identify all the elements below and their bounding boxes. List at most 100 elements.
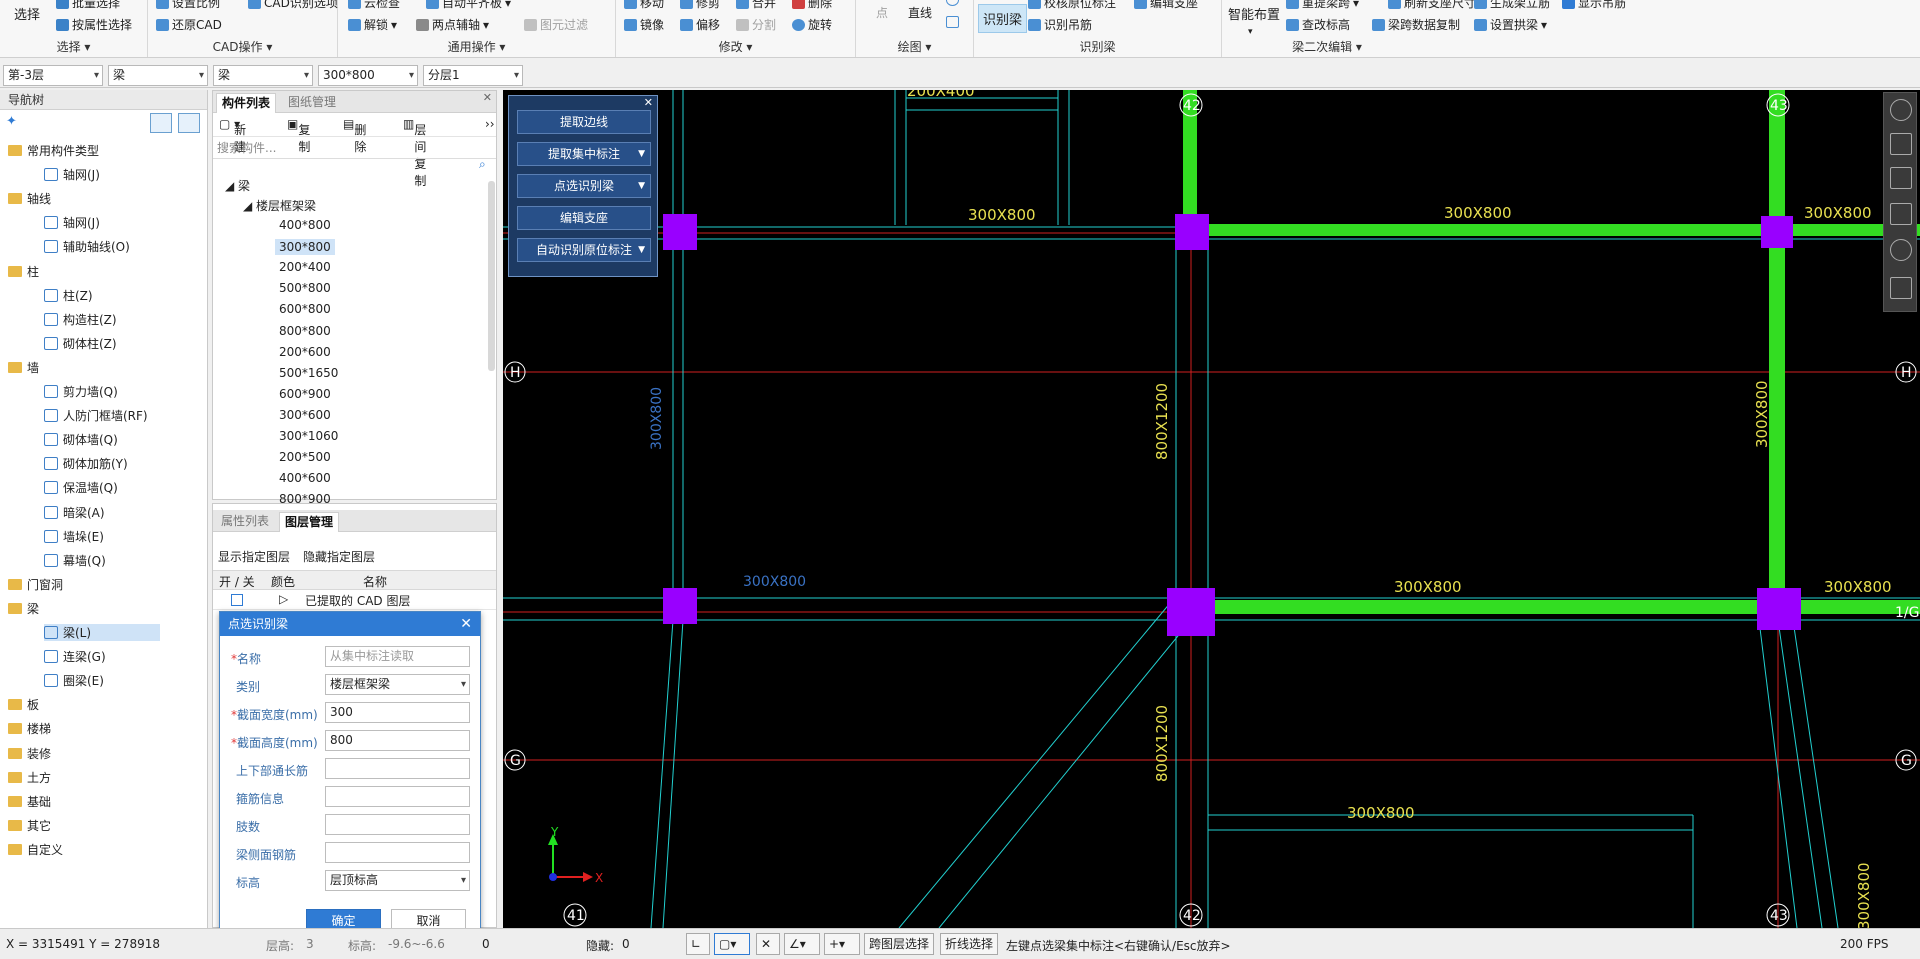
line-button[interactable]: 直线 [908,4,932,21]
generate-erection-bar-button[interactable]: 生成架立筋 [1474,0,1550,11]
two-point-axis-button[interactable]: 两点辅轴 ▾ [416,16,489,33]
nav-tree-item[interactable]: 砌体墙(Q) [44,431,118,448]
refresh-support-size-button[interactable]: 刷新支座尺寸 [1388,0,1476,11]
dropdown-arrow-icon[interactable]: ▼ [638,143,645,165]
close-icon[interactable]: ✕ [644,96,653,109]
field-select[interactable]: 层顶标高 [325,870,470,891]
nav-tree-item[interactable]: 暗梁(A) [44,504,105,521]
set-scale-button[interactable]: 设置比例 [156,0,220,11]
cad-canvas[interactable]: 300X800 300X800 300X800 300X800 300X800 … [503,90,1920,928]
more-icon[interactable]: ›› [485,117,495,131]
list-item[interactable]: 600*800 [279,302,331,316]
list-item[interactable]: 500*1650 [279,366,338,380]
unlock-button[interactable]: 解锁 ▾ [348,16,397,33]
hide-layer-button[interactable]: 隐藏指定图层 [303,548,375,565]
nav-tree-item[interactable]: 连梁(G) [44,648,106,665]
field-input[interactable]: 从集中标注读取 [325,646,470,667]
trim-button[interactable]: 修剪 [680,0,720,11]
nav-tree-folder[interactable]: 门窗洞 [8,576,63,593]
polyline-select-button[interactable]: 折线选择 [940,933,999,955]
layer-toggle-checkbox[interactable] [231,594,243,606]
set-arch-beam-button[interactable]: 设置拱梁 ▾ [1474,16,1547,33]
field-input[interactable] [325,758,470,779]
scrollbar[interactable] [488,181,495,371]
nav-tree-folder[interactable]: 柱 [8,263,39,280]
nav-tree-folder[interactable]: 基础 [8,793,51,810]
nav-tree-folder[interactable]: 土方 [8,769,51,786]
nav-tree-folder[interactable]: 常用构件类型 [8,142,99,159]
list-view-icon[interactable] [150,113,172,133]
nav-tree-item[interactable]: 墙垛(E) [44,528,104,545]
cross-toggle[interactable]: ✕ [756,933,780,955]
detail-view-icon[interactable] [178,113,200,133]
move-button[interactable]: 移动 [624,0,664,11]
search-icon[interactable]: ⌕ [479,157,486,172]
nav-tree-item[interactable]: 剪力墙(Q) [44,383,118,400]
list-item[interactable]: 400*600 [279,471,331,485]
copy-between-floors-button[interactable]: ▥ 层间复制 [403,117,426,188]
list-item[interactable]: 400*800 [279,218,331,232]
sparkle-icon[interactable]: ✦ [6,114,17,129]
rotate-button[interactable]: 旋转 [792,16,832,33]
tab-component-list[interactable]: 构件列表 [216,93,277,113]
nav-tree-folder[interactable]: 楼梯 [8,720,51,737]
auto-recognize-in-situ-button[interactable]: 自动识别原位标注 ▼ [517,238,651,262]
nav-tree-folder[interactable]: 梁 [8,600,39,617]
cad-options-button[interactable]: CAD识别选项 [248,0,338,11]
floor-select[interactable]: 第-3层 [3,65,103,86]
element-filter-button[interactable]: 图元过滤 [524,16,588,33]
component-size-select[interactable]: 300*800 [318,65,418,86]
nav-tree-folder[interactable]: 自定义 [8,841,63,858]
tree-group-floor-frame-beam[interactable]: ◢ 楼层框架梁 [243,197,316,214]
rotate-view-icon[interactable] [1890,239,1912,261]
mirror-button[interactable]: 镜像 [624,16,664,33]
split-button[interactable]: 分割 [736,16,776,33]
extract-centralized-label-button[interactable]: 提取集中标注 ▼ [517,142,651,166]
list-item[interactable]: 300*1060 [279,429,338,443]
nav-tree-item[interactable]: 轴网(J) [44,166,100,183]
check-in-situ-label-button[interactable]: 校核原位标注 [1028,0,1116,11]
tab-layer-management[interactable]: 图层管理 [279,512,340,532]
point-recognize-beam-button[interactable]: 点选识别梁 ▼ [517,174,651,198]
merge-button[interactable]: 合并 [736,0,776,11]
component-subtype-select[interactable]: 梁 [213,65,313,86]
copy-span-data-button[interactable]: 梁跨数据复制 [1372,16,1460,33]
copy-component-button[interactable]: ▣ 复制 [287,117,310,154]
nav-tree-item[interactable]: 柱(Z) [44,287,93,304]
show-layer-button[interactable]: 显示指定图层 [218,548,290,565]
batch-select-button[interactable]: 批量选择 [56,0,120,11]
extract-edge-button[interactable]: 提取边线 [517,110,651,134]
list-item[interactable]: 500*800 [279,281,331,295]
restore-cad-button[interactable]: 还原CAD [156,16,222,33]
field-input[interactable]: 800 [325,730,470,751]
auto-align-slab-button[interactable]: 自动平齐板 ▾ [426,0,511,11]
ortho-toggle[interactable]: ∟ [686,933,710,955]
delete-component-button[interactable]: ▤ 删除 [343,117,366,154]
field-input[interactable] [325,786,470,807]
layer-select[interactable]: 分层1 [423,65,523,86]
dropdown-arrow-icon[interactable]: ▼ [638,239,645,261]
nav-tree-item[interactable]: 砌体加筋(Y) [44,455,128,472]
dropdown-arrow-icon[interactable]: ▼ [638,175,645,197]
nav-tree-item[interactable]: 保温墙(Q) [44,479,118,496]
list-item[interactable]: 800*800 [279,324,331,338]
3d-view-icon[interactable] [1890,133,1912,155]
dim-toggle[interactable]: +▾ [824,933,860,955]
expand-icon[interactable]: ▷ [279,592,288,606]
new-component-button[interactable]: ▢ 新建 ▾ [219,117,246,154]
cube-view-icon[interactable] [1890,167,1912,189]
edit-support-button[interactable]: 编辑支座 [517,206,651,230]
recognize-beam-button[interactable]: 识别梁 [978,4,1028,33]
nav-tree-folder[interactable]: 墙 [8,359,39,376]
tab-drawing-management[interactable]: 图纸管理 [283,93,341,113]
point-button[interactable]: 点 [876,4,888,21]
list-item[interactable]: 300*800 [275,239,335,256]
tab-property-list[interactable]: 属性列表 [216,512,274,532]
nav-tree-folder[interactable]: 板 [8,696,39,713]
box-view-icon[interactable] [1890,203,1912,225]
offset-button[interactable]: 偏移 [680,16,720,33]
select-button[interactable]: 选择 [14,4,40,23]
check-elevation-button[interactable]: 查改标高 [1286,16,1350,33]
list-item[interactable]: 600*900 [279,387,331,401]
nav-tree-item[interactable]: 辅助轴线(O) [44,238,130,255]
